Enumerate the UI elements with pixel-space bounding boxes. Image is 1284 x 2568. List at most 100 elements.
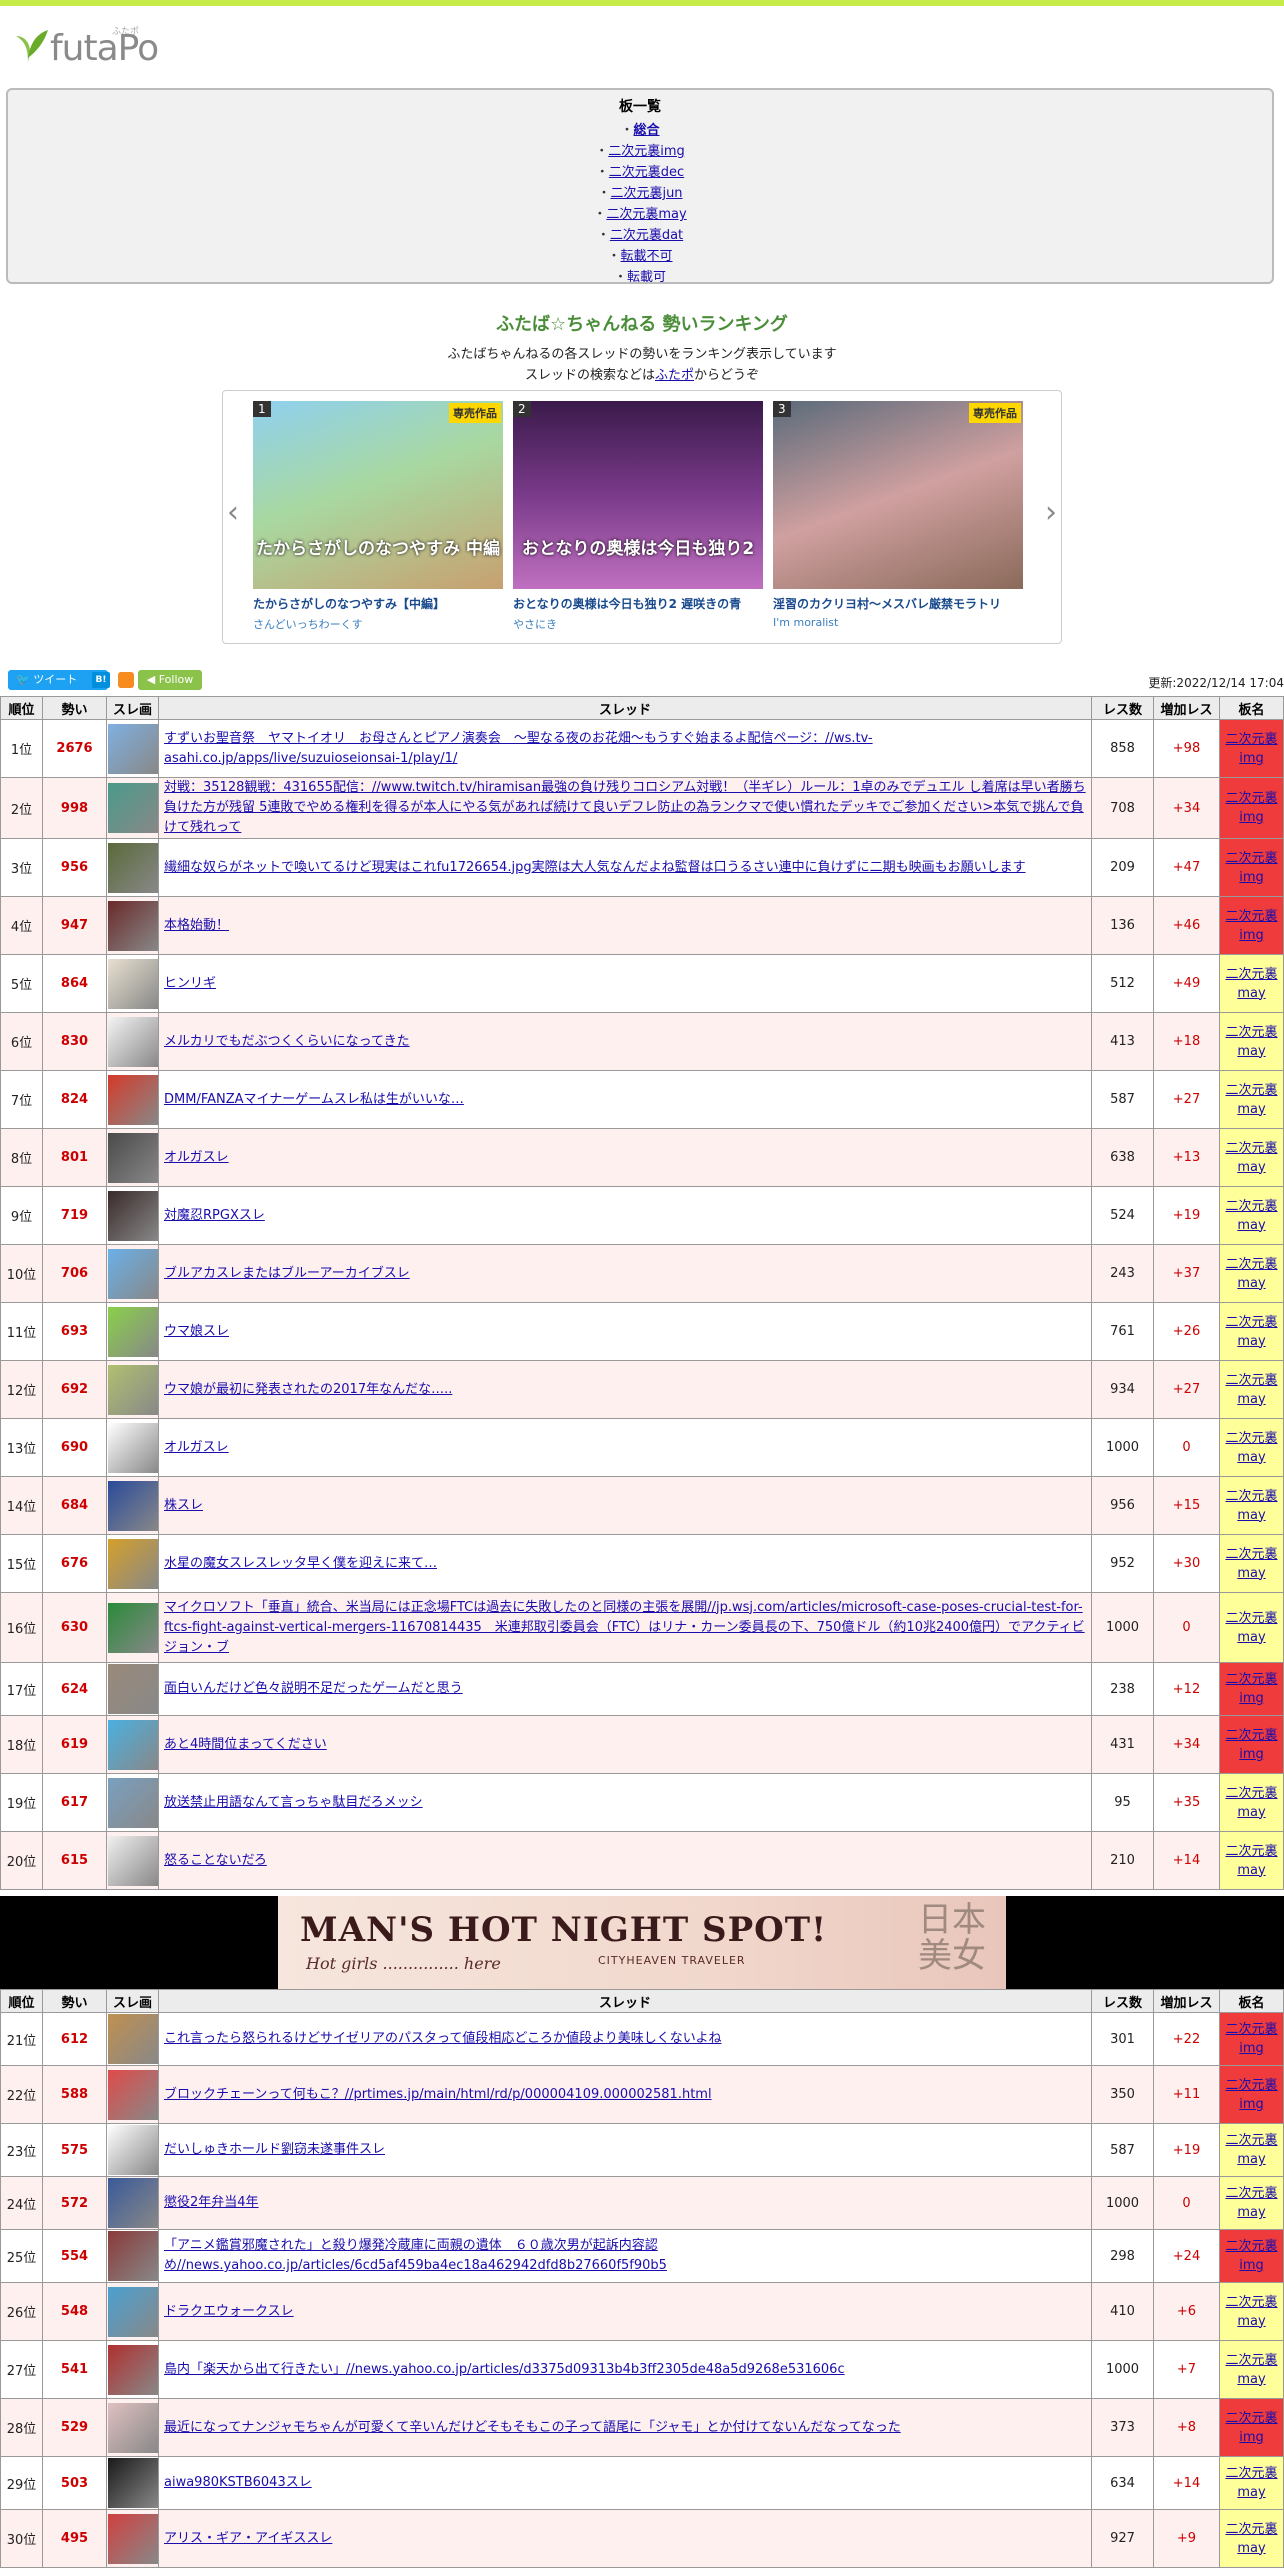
board-link[interactable]: 二次元裏dec (609, 165, 684, 180)
board-name-link[interactable]: 二次元裏 may (1225, 1844, 1277, 1878)
thread-thumbnail[interactable] (108, 1248, 158, 1299)
thread-thumbnail[interactable] (108, 783, 158, 833)
carousel-prev-icon[interactable]: ‹ (227, 495, 239, 530)
thread-thumbnail[interactable] (108, 2286, 158, 2337)
thread-link[interactable]: ブルアカスレまたはブルーアーカイブスレ (164, 1266, 410, 1281)
thread-link[interactable]: これ言ったら怒られるけどサイゼリアのパスタって値段相応どころか値段より美味しくな… (164, 2031, 721, 2046)
ad-banner-image[interactable]: MAN'S HOT NIGHT SPOT! Hot girls ........… (278, 1896, 1006, 1989)
rss-icon[interactable] (118, 672, 134, 688)
thread-thumbnail[interactable] (108, 1422, 158, 1473)
thread-thumbnail[interactable] (108, 1664, 158, 1714)
thread-thumbnail[interactable] (108, 1719, 158, 1770)
thread-link[interactable]: あと4時間位まってください (164, 1737, 327, 1752)
thread-thumbnail[interactable] (108, 1777, 158, 1828)
thread-thumbnail[interactable] (108, 1835, 158, 1886)
hatena-bookmark-button[interactable]: B! (92, 672, 110, 688)
board-name-link[interactable]: 二次元裏 img (1225, 1672, 1277, 1706)
thread-link[interactable]: 面白いんだけど色々説明不足だったゲームだと思う (164, 1681, 463, 1696)
board-link[interactable]: 二次元裏may (606, 207, 686, 222)
thread-thumbnail[interactable] (108, 1364, 158, 1415)
carousel-next-icon[interactable]: › (1045, 495, 1057, 530)
thread-thumbnail[interactable] (108, 900, 158, 951)
slide-circle[interactable]: I'm moralist (773, 616, 1023, 629)
thread-link[interactable]: 怒ることないだろ (164, 1853, 267, 1868)
thread-link[interactable]: だいしゅきホールド劉窃未遂事件スレ (164, 2142, 385, 2157)
thread-link[interactable]: 放送禁止用語なんて言っちゃ駄目だろメッシ (164, 1795, 423, 1810)
thread-link[interactable]: 株スレ (164, 1498, 203, 1513)
thread-thumbnail[interactable] (108, 1306, 158, 1357)
thread-thumbnail[interactable] (108, 1480, 158, 1531)
board-name-link[interactable]: 二次元裏 may (1225, 1025, 1277, 1059)
board-name-link[interactable]: 二次元裏 img (1225, 851, 1277, 885)
thread-link[interactable]: 繊細な奴らがネットで喚いてるけど現実はこれfu1726654.jpg実際は大人気… (164, 860, 1026, 875)
board-name-link[interactable]: 二次元裏 may (1225, 1083, 1277, 1117)
board-link[interactable]: 二次元裏img (608, 144, 685, 159)
thread-link[interactable]: 水星の魔女スレスレッタ早く僕を迎えに来て… (164, 1556, 437, 1571)
board-name-link[interactable]: 二次元裏 may (1225, 1257, 1277, 1291)
thread-thumbnail[interactable] (108, 1074, 158, 1125)
thread-thumbnail[interactable] (108, 2069, 158, 2120)
board-name-link[interactable]: 二次元裏 img (1225, 2022, 1277, 2056)
board-name-link[interactable]: 二次元裏 img (1225, 791, 1277, 825)
board-name-link[interactable]: 二次元裏 may (1225, 1315, 1277, 1349)
board-link[interactable]: 二次元裏dat (610, 228, 683, 243)
board-name-link[interactable]: 二次元裏 may (1225, 1141, 1277, 1175)
board-name-link[interactable]: 二次元裏 img (1225, 1728, 1277, 1762)
thread-thumbnail[interactable] (108, 1132, 158, 1183)
ad-banner[interactable]: MAN'S HOT NIGHT SPOT! Hot girls ........… (0, 1896, 1284, 1989)
thread-thumbnail[interactable] (108, 2231, 158, 2281)
thread-link[interactable]: ウマ娘スレ (164, 1324, 229, 1339)
thread-link[interactable]: マイクロソフト「垂直」統合、米当局には正念場FTCは過去に失敗したのと同様の主張… (164, 1600, 1085, 1655)
thread-link[interactable]: ドラクエウォークスレ (164, 2304, 294, 2319)
thread-thumbnail[interactable] (108, 1190, 158, 1241)
thread-link[interactable]: ウマ娘が最初に発表されたの2017年なんだな….. (164, 1382, 452, 1397)
board-name-link[interactable]: 二次元裏 img (1225, 2078, 1277, 2112)
board-name-link[interactable]: 二次元裏 may (1225, 2522, 1277, 2556)
board-name-link[interactable]: 二次元裏 may (1225, 2466, 1277, 2500)
board-name-link[interactable]: 二次元裏 may (1225, 1431, 1277, 1465)
carousel-slide-1[interactable]: 1 専売作品 たからさがしのなつやすみ 中編 たからさがしのなつやすみ【中編】 … (253, 401, 503, 631)
thread-link[interactable]: ヒンリギ (164, 976, 216, 991)
board-name-link[interactable]: 二次元裏 may (1225, 2295, 1277, 2329)
carousel-slide-2[interactable]: 2 おとなりの奥様は今日も独り2 おとなりの奥様は今日も独り2 遅咲きの青 やさ… (513, 401, 763, 631)
board-link[interactable]: 二次元裏jun (610, 186, 682, 201)
thread-link[interactable]: ブロックチェーンって何もこ？//prtimes.jp/main/html/rd/… (164, 2087, 712, 2102)
thread-thumbnail[interactable] (108, 2402, 158, 2453)
slide-title[interactable]: たからさがしのなつやすみ【中編】 (253, 595, 503, 612)
thread-thumbnail[interactable] (108, 2014, 158, 2064)
thread-thumbnail[interactable] (108, 2125, 158, 2175)
thread-thumbnail[interactable] (108, 1016, 158, 1067)
thread-thumbnail[interactable] (108, 723, 158, 774)
board-name-link[interactable]: 二次元裏 img (1225, 2411, 1277, 2445)
thread-link[interactable]: 懲役2年弁当4年 (164, 2195, 259, 2210)
thread-link[interactable]: メルカリでもだぶつくくらいになってきた (164, 1034, 410, 1049)
board-name-link[interactable]: 二次元裏 may (1225, 1611, 1277, 1645)
futapo-link[interactable]: ふたポ (655, 368, 694, 383)
board-name-link[interactable]: 二次元裏 may (1225, 1547, 1277, 1581)
board-name-link[interactable]: 二次元裏 may (1225, 1489, 1277, 1523)
board-name-link[interactable]: 二次元裏 may (1225, 1373, 1277, 1407)
thread-link[interactable]: 対戦：35128観戦：431655配信：//www.twitch.tv/hira… (164, 780, 1086, 835)
board-name-link[interactable]: 二次元裏 may (1225, 2353, 1277, 2387)
site-logo[interactable]: futaPo ふたポ (6, 20, 159, 72)
board-name-link[interactable]: 二次元裏 may (1225, 2186, 1277, 2220)
thread-link[interactable]: アリス・ギア・アイギススレ (164, 2531, 332, 2546)
board-name-link[interactable]: 二次元裏 may (1225, 1199, 1277, 1233)
board-name-link[interactable]: 二次元裏 img (1225, 2239, 1277, 2273)
thread-thumbnail[interactable] (108, 1602, 158, 1653)
board-link[interactable]: 転載不可 (621, 249, 673, 264)
board-link[interactable]: 転載可 (627, 270, 666, 282)
thread-thumbnail[interactable] (108, 2344, 158, 2395)
thread-link[interactable]: 本格始動！ (164, 918, 229, 933)
thread-link[interactable]: オルガスレ (164, 1150, 229, 1165)
thread-link[interactable]: 島内「楽天から出て行きたい」//news.yahoo.co.jp/article… (164, 2362, 845, 2377)
board-name-link[interactable]: 二次元裏 img (1225, 732, 1277, 766)
board-link[interactable]: 総合 (634, 123, 660, 138)
board-name-link[interactable]: 二次元裏 may (1225, 967, 1277, 1001)
board-name-link[interactable]: 二次元裏 img (1225, 909, 1277, 943)
thread-link[interactable]: オルガスレ (164, 1440, 229, 1455)
thread-thumbnail[interactable] (108, 2513, 158, 2564)
slide-circle[interactable]: やさにき (513, 616, 763, 632)
thread-thumbnail[interactable] (108, 842, 158, 893)
slide-title[interactable]: 淫習のカクリヨ村～メスバレ厳禁モラトリ (773, 595, 1023, 612)
